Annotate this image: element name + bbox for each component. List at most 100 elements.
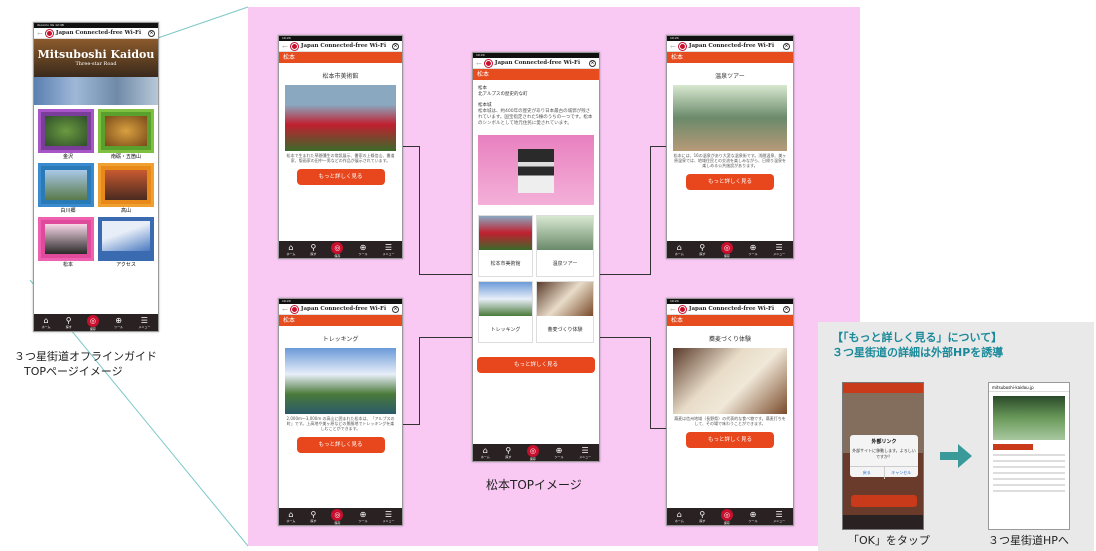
tab-label: 保存: [334, 253, 341, 258]
tab-tools[interactable]: ⊕ ツール: [555, 446, 564, 459]
tab-bar: ⌂ ホーム ⚲ 探す ◎ 保存 ⊕ ツール ☰ メニュー: [279, 508, 402, 525]
tab-search[interactable]: ⚲ 探す: [310, 510, 316, 523]
caption-line1: ３つ星街道オフラインガイド: [14, 350, 157, 363]
menu-icon: ☰: [775, 510, 783, 519]
dialog-back-button[interactable]: 戻る: [850, 467, 885, 479]
close-icon[interactable]: ×: [783, 305, 790, 313]
more-button[interactable]: もっと詳しく見る: [477, 357, 595, 373]
grid-tile-museum[interactable]: 松本市美術館: [478, 215, 533, 277]
tab-save[interactable]: ◎ 保存: [86, 314, 99, 331]
banner: Mitsuboshi Kaidou Three-star Road: [34, 39, 158, 77]
top-page-phone: docomo 4G 12:48 ← Japan Connected-free Wi…: [33, 22, 159, 332]
grid-tile-soba[interactable]: 蕎麦づくり体験: [536, 281, 594, 343]
connector: [419, 146, 420, 274]
tab-search[interactable]: ⚲ 探す: [505, 446, 511, 459]
tile-access[interactable]: [98, 217, 154, 261]
more-button[interactable]: もっと詳しく見る: [686, 174, 774, 190]
tab-search[interactable]: ⚲ 探す: [66, 316, 72, 329]
more-button[interactable]: もっと詳しく見る: [296, 169, 385, 185]
grid-tile-onsen[interactable]: 温泉ツアー: [536, 215, 594, 277]
connector: [650, 146, 651, 275]
url-bar: ← Japan Connected-free Wi-Fi ×: [667, 41, 793, 52]
tab-home[interactable]: ⌂ ホーム: [481, 446, 490, 459]
tab-label: 探す: [699, 519, 706, 523]
tab-tools[interactable]: ⊕ ツール: [114, 316, 123, 329]
close-icon[interactable]: ×: [392, 305, 399, 313]
tab-menu[interactable]: ☰ メニュー: [138, 316, 150, 329]
tab-tools[interactable]: ⊕ ツール: [358, 243, 367, 256]
tab-label: ホーム: [480, 455, 490, 459]
detail-phone-soba: 10:24 ← Japan Connected-free Wi-Fi × 松本 蕎麦…: [666, 298, 794, 526]
grid-tile-trekking[interactable]: トレッキング: [478, 281, 533, 343]
back-arrow-icon[interactable]: ←: [670, 42, 676, 51]
tab-search[interactable]: ⚲ 探す: [699, 243, 705, 256]
tile-nanto[interactable]: [98, 109, 154, 153]
more-button[interactable]: もっと詳しく見る: [296, 437, 385, 453]
center-phone-matsumoto-top: 10:24 ← Japan Connected-free Wi-Fi × 松本 松本…: [472, 52, 600, 462]
grid-label: 蕎麦づくり体験: [547, 327, 583, 333]
tab-home[interactable]: ⌂ ホーム: [287, 510, 296, 523]
tab-home[interactable]: ⌂ ホーム: [675, 510, 684, 523]
tile-kanazawa[interactable]: [38, 109, 94, 153]
tab-menu[interactable]: ☰ メニュー: [382, 243, 394, 256]
intro-block: 松本 北アルプスの歴史的な町 松本城 松本城は、約400年の歴史があり日本最古の…: [473, 80, 599, 127]
back-arrow-icon[interactable]: ←: [476, 59, 482, 68]
page-description: 松本には、16の温泉があり大変な温泉街です。浅間温泉、美ヶ原温泉では、地域住民と…: [673, 153, 787, 168]
menu-icon: ☰: [775, 243, 783, 252]
time-label: 10:24: [670, 299, 679, 303]
dialog-ok-button[interactable]: キャンセル: [885, 467, 919, 479]
tab-label: メニュー: [382, 252, 395, 256]
tab-menu[interactable]: ☰ メニュー: [773, 510, 785, 523]
globe-icon: ◎: [331, 241, 344, 254]
plus-circle-icon: ⊕: [115, 316, 122, 325]
tab-save[interactable]: ◎ 保存: [526, 444, 539, 461]
tab-tools[interactable]: ⊕ ツール: [749, 510, 758, 523]
tile-shirakawago[interactable]: [38, 163, 94, 207]
back-arrow-icon[interactable]: ←: [670, 305, 676, 314]
search-icon: ⚲: [310, 243, 317, 252]
time-label: 10:24: [476, 53, 485, 57]
tab-save[interactable]: ◎ 保存: [331, 508, 344, 525]
explainer-heading-line1: 【「もっと詳しく見る」について】: [832, 331, 1003, 344]
close-icon[interactable]: ×: [783, 42, 790, 50]
tab-search[interactable]: ⚲ 探す: [699, 510, 705, 523]
tab-label: ツール: [114, 325, 124, 329]
more-button[interactable]: もっと詳しく見る: [686, 432, 774, 448]
tab-menu[interactable]: ☰ メニュー: [773, 243, 785, 256]
close-icon[interactable]: ×: [148, 29, 155, 37]
connector: [419, 337, 420, 424]
wifi-logo-icon: [484, 59, 492, 67]
tab-label: メニュー: [773, 252, 786, 256]
tab-home[interactable]: ⌂ ホーム: [42, 316, 51, 329]
onsen-photo: [673, 85, 787, 151]
detail-phone-onsen: 10:24 ← Japan Connected-free Wi-Fi × 松本 温泉…: [666, 35, 794, 259]
page-description: 2,000m〜3,000m の高山に囲まれた松本は、「アルプスの町」です。上高地…: [286, 416, 395, 431]
tile-matsumoto[interactable]: [38, 217, 94, 261]
back-arrow-icon[interactable]: ←: [37, 29, 43, 38]
tab-menu[interactable]: ☰ メニュー: [382, 510, 394, 523]
tab-home[interactable]: ⌂ ホーム: [287, 243, 296, 256]
back-arrow-icon[interactable]: ←: [282, 305, 288, 314]
tab-home[interactable]: ⌂ ホーム: [675, 243, 684, 256]
tab-save[interactable]: ◎ 保存: [331, 241, 344, 258]
home-icon: ⌂: [43, 316, 49, 325]
grid-label: トレッキング: [490, 327, 521, 333]
close-icon[interactable]: ×: [589, 59, 596, 67]
tab-save[interactable]: ◎ 保存: [720, 241, 733, 258]
tab-search[interactable]: ⚲ 探す: [310, 243, 316, 256]
tab-label: 保存: [334, 520, 341, 525]
external-link-explainer: 【「もっと詳しく見る」について】 ３つ星街道の詳細は外部HPを誘導 外部リンク …: [818, 322, 1094, 551]
tab-tools[interactable]: ⊕ ツール: [358, 510, 367, 523]
tab-label: 保存: [529, 456, 536, 461]
tab-tools[interactable]: ⊕ ツール: [749, 243, 758, 256]
tile-label: 金沢: [62, 154, 73, 160]
connector: [401, 424, 420, 425]
back-arrow-icon[interactable]: ←: [282, 42, 288, 51]
tab-menu[interactable]: ☰ メニュー: [579, 446, 591, 459]
page-title: 温泉ツアー: [715, 73, 745, 80]
tile-takayama[interactable]: [98, 163, 154, 207]
close-icon[interactable]: ×: [392, 42, 399, 50]
grid-label: 温泉ツアー: [552, 261, 578, 267]
tab-save[interactable]: ◎ 保存: [720, 508, 733, 525]
wifi-logo-icon: [678, 305, 686, 313]
